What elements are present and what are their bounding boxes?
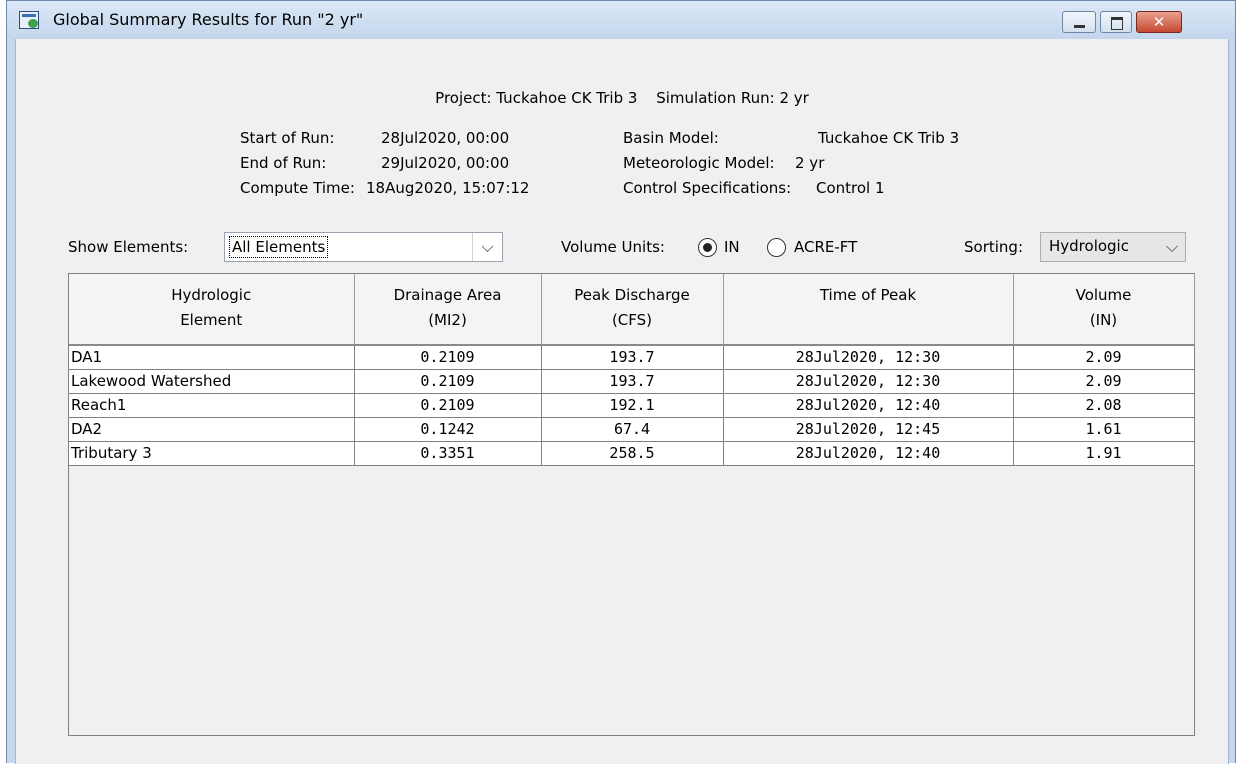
show-elements-label: Show Elements:	[68, 238, 189, 256]
time-of-peak-cell: 28Jul2020, 12:30	[723, 369, 1014, 394]
show-elements-value: All Elements	[229, 236, 329, 258]
control-spec-value: Control 1	[816, 179, 885, 197]
results-table: Hydrologic Element Drainage Area (MI2) Pea…	[68, 273, 1195, 736]
volume-acre-ft-radio[interactable]	[767, 238, 786, 257]
peak-discharge-cell: 193.7	[541, 369, 724, 394]
table-header-row: Hydrologic Element Drainage Area (MI2) Pea…	[69, 274, 1195, 346]
drainage-area-cell: 0.1242	[354, 417, 542, 442]
simulation-run-label: Simulation Run: 2 yr	[656, 89, 809, 107]
volume-cell: 2.09	[1013, 369, 1195, 394]
peak-discharge-cell: 192.1	[541, 393, 724, 418]
app-icon	[19, 11, 39, 29]
minimize-button[interactable]	[1062, 11, 1096, 33]
run-header: Project: Tuckahoe CK Trib 3 Simulation R…	[16, 89, 1228, 107]
time-of-peak-cell: 28Jul2020, 12:30	[723, 345, 1014, 370]
column-header-peak-discharge[interactable]: Peak Discharge (CFS)	[541, 274, 724, 346]
volume-cell: 1.91	[1013, 441, 1195, 466]
time-of-peak-cell: 28Jul2020, 12:40	[723, 441, 1014, 466]
volume-cell: 2.09	[1013, 345, 1195, 370]
volume-in-label[interactable]: IN	[724, 238, 740, 256]
basin-model-value: Tuckahoe CK Trib 3	[818, 129, 960, 147]
peak-discharge-cell: 258.5	[541, 441, 724, 466]
end-of-run-value: 29Jul2020, 00:00	[381, 154, 510, 172]
chevron-down-icon: ⌵	[1165, 237, 1179, 256]
volume-cell: 1.61	[1013, 417, 1195, 442]
close-button[interactable]	[1136, 11, 1182, 33]
drainage-area-cell: 0.2109	[354, 393, 542, 418]
peak-discharge-cell: 193.7	[541, 345, 724, 370]
control-spec-label: Control Specifications:	[623, 179, 792, 197]
table-row[interactable]: Reach1 0.2109 192.1 28Jul2020, 12:40 2.0…	[69, 393, 1195, 418]
element-cell: DA1	[69, 345, 355, 370]
sorting-select[interactable]: Hydrologic ⌵	[1040, 232, 1186, 262]
table-row[interactable]: DA2 0.1242 67.4 28Jul2020, 12:45 1.61	[69, 417, 1195, 442]
column-header-volume[interactable]: Volume (IN)	[1013, 274, 1195, 346]
compute-time-value: 18Aug2020, 15:07:12	[366, 179, 530, 197]
window-title: Global Summary Results for Run "2 yr"	[53, 10, 364, 29]
column-header-element[interactable]: Hydrologic Element	[69, 274, 355, 346]
summary-window: Global Summary Results for Run "2 yr" Pr…	[6, 0, 1236, 764]
compute-time-label: Compute Time:	[240, 179, 355, 197]
meteorologic-model-value: 2 yr	[795, 154, 825, 172]
maximize-button[interactable]	[1100, 11, 1132, 33]
controls-row: Show Elements: All Elements ⌵ Volume Uni…	[16, 232, 1228, 264]
start-of-run-label: Start of Run:	[240, 129, 335, 147]
element-cell: DA2	[69, 417, 355, 442]
time-of-peak-cell: 28Jul2020, 12:45	[723, 417, 1014, 442]
drainage-area-cell: 0.3351	[354, 441, 542, 466]
volume-in-radio[interactable]	[698, 238, 717, 257]
volume-cell: 2.08	[1013, 393, 1195, 418]
volume-units-label: Volume Units:	[561, 238, 665, 256]
element-cell: Reach1	[69, 393, 355, 418]
column-header-drainage-area[interactable]: Drainage Area (MI2)	[354, 274, 542, 346]
drainage-area-cell: 0.2109	[354, 369, 542, 394]
element-cell: Lakewood Watershed	[69, 369, 355, 394]
volume-acre-ft-label[interactable]: ACRE-FT	[794, 238, 857, 256]
table-row[interactable]: Lakewood Watershed 0.2109 193.7 28Jul202…	[69, 369, 1195, 394]
show-elements-select[interactable]: All Elements ⌵	[224, 232, 503, 262]
sorting-label: Sorting:	[964, 238, 1023, 256]
element-cell: Tributary 3	[69, 441, 355, 466]
title-bar[interactable]: Global Summary Results for Run "2 yr"	[7, 1, 1235, 39]
peak-discharge-cell: 67.4	[541, 417, 724, 442]
meteorologic-model-label: Meteorologic Model:	[623, 154, 775, 172]
sorting-value: Hydrologic	[1049, 237, 1129, 255]
client-area: Project: Tuckahoe CK Trib 3 Simulation R…	[15, 39, 1229, 764]
table-row[interactable]: Tributary 3 0.3351 258.5 28Jul2020, 12:4…	[69, 441, 1195, 466]
drainage-area-cell: 0.2109	[354, 345, 542, 370]
basin-model-label: Basin Model:	[623, 129, 719, 147]
start-of-run-value: 28Jul2020, 00:00	[381, 129, 510, 147]
project-label: Project: Tuckahoe CK Trib 3	[435, 89, 638, 107]
table-row[interactable]: DA1 0.2109 193.7 28Jul2020, 12:30 2.09	[69, 345, 1195, 370]
end-of-run-label: End of Run:	[240, 154, 327, 172]
column-header-time-of-peak[interactable]: Time of Peak	[723, 274, 1014, 346]
time-of-peak-cell: 28Jul2020, 12:40	[723, 393, 1014, 418]
chevron-down-icon: ⌵	[472, 233, 502, 261]
